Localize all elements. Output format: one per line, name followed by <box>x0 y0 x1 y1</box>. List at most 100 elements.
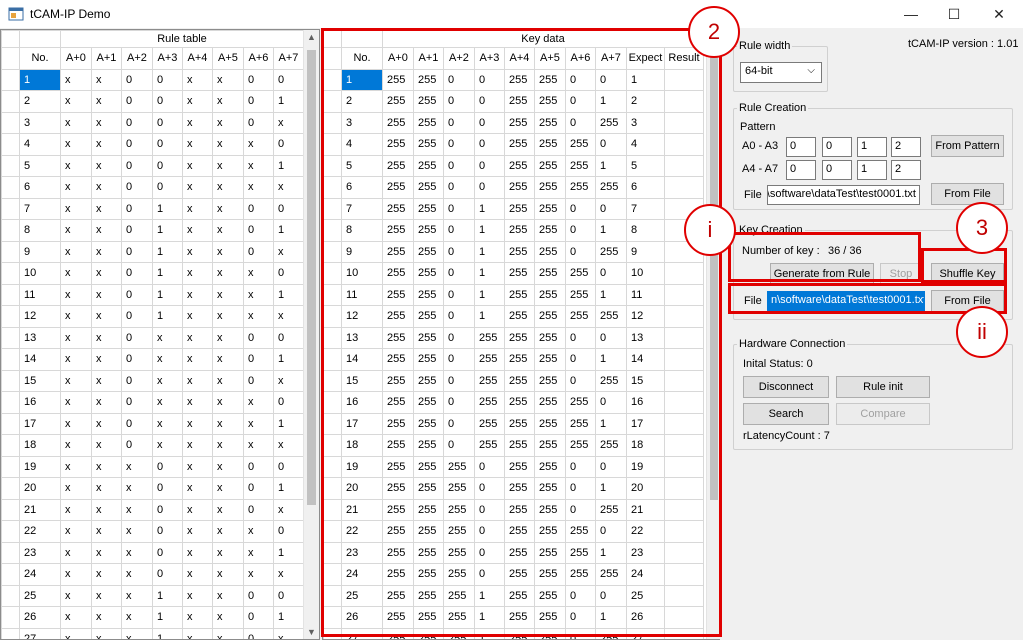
rule-table-row[interactable]: 26 x x x 1 x x 0 1 <box>1 606 304 629</box>
rule-cell[interactable]: 0 <box>121 434 153 457</box>
rule-cell[interactable]: x <box>121 627 153 639</box>
key-cell[interactable]: 255 <box>413 455 444 478</box>
rule-cell[interactable]: 1 <box>152 305 183 328</box>
key-cell[interactable]: 1 <box>595 154 627 177</box>
rule-cell[interactable]: x <box>182 412 213 435</box>
rule-cell[interactable]: 0 <box>152 541 183 564</box>
rule-cell[interactable]: x <box>152 434 183 457</box>
rule-cell[interactable]: x <box>212 348 244 371</box>
key-cell[interactable]: 1 <box>474 584 505 607</box>
rule-cell[interactable]: 0 <box>121 391 153 414</box>
rule-table-row[interactable]: 8xx01xx01 <box>1 219 304 242</box>
row-header[interactable] <box>323 111 342 134</box>
rule-table-row[interactable]: 5xx00xxx1 <box>1 154 304 177</box>
key-cell[interactable] <box>664 520 704 543</box>
key-table-row[interactable]: 14 255 255 0 255 255 255 0 1 14 <box>323 348 704 371</box>
rule-cell[interactable]: x <box>243 434 274 457</box>
key-cell[interactable]: 255 <box>534 154 566 177</box>
key-cell[interactable]: 255 <box>534 348 566 371</box>
rule-cell[interactable]: x <box>182 520 213 543</box>
rule-cell[interactable]: 0 <box>243 90 274 113</box>
key-cell[interactable]: 1 <box>474 262 505 285</box>
key-cell[interactable]: 18 <box>341 434 383 457</box>
rule-cell[interactable]: 1 <box>152 627 183 639</box>
key-cell[interactable]: 255 <box>504 326 535 349</box>
rule-cell[interactable]: x <box>121 498 153 521</box>
rule-cell[interactable]: 0 <box>152 520 183 543</box>
key-table-row[interactable]: 15 255 255 0 255 255 255 0 255 15 <box>323 369 704 392</box>
key-cell[interactable]: 255 <box>595 498 627 521</box>
rule-cell[interactable]: x <box>60 326 92 349</box>
rule-table-row[interactable]: 18 x x 0 x x x x x <box>1 434 304 457</box>
key-cell[interactable]: 255 <box>595 240 627 263</box>
row-header[interactable] <box>323 240 342 263</box>
rule-cell[interactable]: 0 <box>273 133 304 156</box>
key-cell[interactable]: 0 <box>474 498 505 521</box>
rule-cell[interactable]: x <box>182 584 213 607</box>
key-cell[interactable]: 255 <box>595 369 627 392</box>
key-cell[interactable]: 1 <box>474 283 505 306</box>
row-header[interactable] <box>1 627 20 639</box>
row-header[interactable] <box>1 348 20 371</box>
key-cell[interactable]: 255 <box>382 326 414 349</box>
rule-cell[interactable]: x <box>182 606 213 629</box>
minimize-button[interactable]: — <box>888 0 934 28</box>
key-table-row[interactable]: 9 255 255 0 1 255 255 0 255 9 <box>323 240 704 263</box>
rule-cell[interactable]: 25 <box>19 584 61 607</box>
key-cell[interactable]: 255 <box>382 412 414 435</box>
key-cell[interactable]: 0 <box>443 305 475 328</box>
key-cell[interactable] <box>664 326 704 349</box>
rule-table-row[interactable]: 20 x x x 0 x x 0 1 <box>1 477 304 500</box>
rule-file-path-field[interactable]: \software\dataTest\test0001.txt <box>767 185 920 205</box>
key-cell[interactable]: 20 <box>626 477 665 500</box>
key-cell[interactable]: 255 <box>504 391 535 414</box>
generate-from-rule-button[interactable]: Generate from Rule <box>770 263 874 285</box>
key-cell[interactable]: 255 <box>382 584 414 607</box>
rule-cell[interactable]: 0 <box>243 455 274 478</box>
rule-cell[interactable]: x <box>60 455 92 478</box>
key-cell[interactable]: 20 <box>341 477 383 500</box>
rule-cell[interactable]: x <box>243 262 274 285</box>
key-cell[interactable]: 255 <box>534 606 566 629</box>
key-cell[interactable]: 0 <box>474 520 505 543</box>
row-header[interactable] <box>1 133 20 156</box>
key-cell[interactable]: 255 <box>413 412 444 435</box>
rule-column-header[interactable]: A+4 <box>182 47 213 70</box>
key-table-row[interactable]: 25 255 255 255 1 255 255 0 0 25 <box>323 584 704 607</box>
rule-cell[interactable]: x <box>243 176 274 199</box>
rule-cell[interactable]: x <box>212 111 244 134</box>
key-cell[interactable]: 255 <box>595 563 627 586</box>
key-cell[interactable]: 255 <box>565 391 596 414</box>
key-cell[interactable]: 255 <box>413 434 444 457</box>
rule-cell[interactable]: x <box>182 477 213 500</box>
key-cell[interactable] <box>664 176 704 199</box>
rule-cell[interactable]: 18 <box>19 434 61 457</box>
rule-cell[interactable]: 10 <box>19 262 61 285</box>
key-cell[interactable]: 255 <box>413 262 444 285</box>
key-table-row[interactable]: 17 255 255 0 255 255 255 255 1 17 <box>323 412 704 435</box>
row-header[interactable] <box>1 68 20 91</box>
rule-cell[interactable]: 1 <box>152 197 183 220</box>
rule-cell[interactable]: 0 <box>273 584 304 607</box>
rule-cell[interactable]: x <box>212 240 244 263</box>
rule-cell[interactable]: x <box>212 262 244 285</box>
key-cell[interactable]: 255 <box>595 434 627 457</box>
rule-cell[interactable]: x <box>60 584 92 607</box>
rule-cell[interactable]: x <box>182 305 213 328</box>
row-header[interactable] <box>323 455 342 478</box>
rule-cell[interactable]: x <box>182 90 213 113</box>
key-table-row[interactable]: 12 255 255 0 1 255 255 255 255 12 <box>323 305 704 328</box>
rule-cell[interactable]: 1 <box>152 219 183 242</box>
rule-cell[interactable]: x <box>91 176 122 199</box>
key-cell[interactable]: 255 <box>504 348 535 371</box>
key-cell[interactable] <box>664 434 704 457</box>
key-cell[interactable]: 1 <box>595 348 627 371</box>
row-header[interactable] <box>323 219 342 242</box>
from-pattern-button[interactable]: From Pattern <box>931 135 1004 157</box>
key-cell[interactable]: 0 <box>565 240 596 263</box>
key-cell[interactable]: 1 <box>595 219 627 242</box>
key-cell[interactable]: 0 <box>443 176 475 199</box>
key-cell[interactable]: 0 <box>443 369 475 392</box>
rule-cell[interactable]: 0 <box>273 455 304 478</box>
rule-cell[interactable]: x <box>243 412 274 435</box>
